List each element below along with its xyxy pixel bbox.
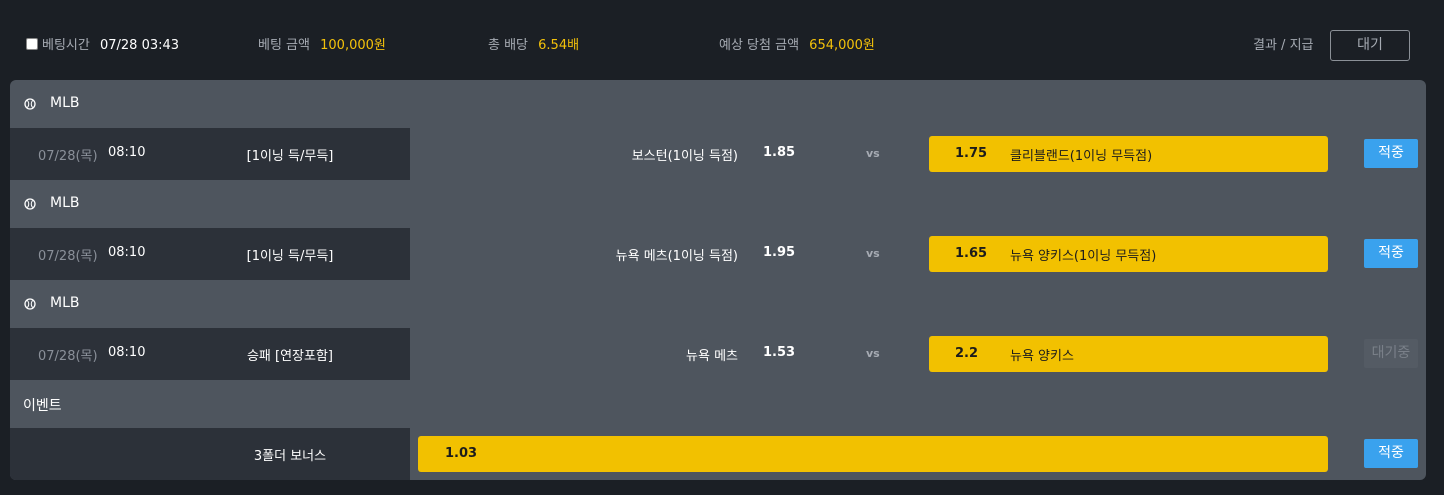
home-team: 뉴욕 메츠(1이닝 득점) <box>615 249 738 264</box>
status-badge-hit: 적중 <box>1364 139 1418 168</box>
league-header: MLB <box>10 180 1426 228</box>
selected-pick: 2.2 뉴욕 양키스 <box>929 336 1328 372</box>
market-type: 승패 [연장포함] <box>246 349 334 364</box>
bet-amount-label: 베팅 금액 <box>258 38 310 53</box>
away-odds: 2.2 <box>955 346 979 361</box>
bet-summary-bar: 베팅시간 07/28 03:43 베팅 금액 100,000원 총 배당 6.5… <box>0 0 1444 80</box>
away-team: 뉴욕 양키스(1이닝 무득점) <box>1010 249 1157 264</box>
home-team: 뉴욕 메츠 <box>686 349 738 364</box>
match-date: 07/28(목) <box>38 249 98 264</box>
result-label: 결과 / 지급 <box>1253 37 1314 55</box>
home-odds: 1.53 <box>763 345 796 360</box>
bet-detail-panel: MLB 07/28(목) 08:10 [1이닝 득/무득] 보스턴(1이닝 득점… <box>10 80 1426 480</box>
event-title: 이벤트 <box>23 398 62 414</box>
total-odds-value: 6.54배 <box>538 38 580 53</box>
selected-pick: 1.75 클리블랜드(1이닝 무득점) <box>929 136 1328 172</box>
league-name: MLB <box>50 195 80 211</box>
bet-amount: 베팅 금액 100,000원 <box>258 37 386 55</box>
league-header: MLB <box>10 80 1426 128</box>
wait-button[interactable]: 대기 <box>1330 30 1410 61</box>
away-team: 뉴욕 양키스 <box>1010 349 1074 364</box>
vs-label: vs <box>866 347 880 360</box>
baseball-icon <box>24 298 36 310</box>
bet-time-label: 베팅시간 <box>42 38 90 53</box>
total-odds-label: 총 배당 <box>488 38 529 53</box>
market-type: [1이닝 득/무득] <box>246 149 334 164</box>
match-date: 07/28(목) <box>38 149 98 164</box>
event-name: 3폴더 보너스 <box>253 449 327 464</box>
event-header: 이벤트 <box>10 380 1426 428</box>
event-bonus-pick: 1.03 <box>418 436 1328 472</box>
away-odds: 1.75 <box>955 146 988 161</box>
bet-row: 07/28(목) 08:10 [1이닝 득/무득] 뉴욕 메츠(1이닝 득점) … <box>10 228 1426 280</box>
league-header: MLB <box>10 280 1426 328</box>
bet-row: 07/28(목) 08:10 [1이닝 득/무득] 보스턴(1이닝 득점) 1.… <box>10 128 1426 180</box>
home-odds: 1.85 <box>763 145 796 160</box>
expected-win: 예상 당첨 금액 654,000원 <box>719 37 875 55</box>
bet-amount-value: 100,000원 <box>320 38 386 53</box>
league-name: MLB <box>50 295 80 311</box>
select-checkbox[interactable] <box>26 38 38 50</box>
total-odds: 총 배당 6.54배 <box>488 37 579 55</box>
result-label-text: 결과 / 지급 <box>1253 38 1314 53</box>
bet-time: 베팅시간 07/28 03:43 <box>26 37 179 55</box>
vs-label: vs <box>866 147 880 160</box>
vs-label: vs <box>866 247 880 260</box>
baseball-icon <box>24 98 36 110</box>
away-team: 클리블랜드(1이닝 무득점) <box>1010 149 1153 164</box>
league-name: MLB <box>50 95 80 111</box>
expected-win-value: 654,000원 <box>809 38 875 53</box>
match-time: 08:10 <box>108 245 146 260</box>
home-odds: 1.95 <box>763 245 796 260</box>
bet-row: 07/28(목) 08:10 승패 [연장포함] 뉴욕 메츠 1.53 vs 2… <box>10 328 1426 380</box>
away-odds: 1.65 <box>955 246 988 261</box>
market-type: [1이닝 득/무득] <box>246 249 334 264</box>
event-row: 3폴더 보너스 1.03 적중 <box>10 428 1426 480</box>
home-team: 보스턴(1이닝 득점) <box>631 149 738 164</box>
match-date: 07/28(목) <box>38 349 98 364</box>
event-odds: 1.03 <box>445 446 478 461</box>
expected-win-label: 예상 당첨 금액 <box>719 38 800 53</box>
match-time: 08:10 <box>108 345 146 360</box>
status-badge-pending: 대기중 <box>1364 339 1418 368</box>
status-badge-hit: 적중 <box>1364 439 1418 468</box>
match-time: 08:10 <box>108 145 146 160</box>
status-badge-hit: 적중 <box>1364 239 1418 268</box>
bet-time-value: 07/28 03:43 <box>99 38 180 53</box>
selected-pick: 1.65 뉴욕 양키스(1이닝 무득점) <box>929 236 1328 272</box>
baseball-icon <box>24 198 36 210</box>
